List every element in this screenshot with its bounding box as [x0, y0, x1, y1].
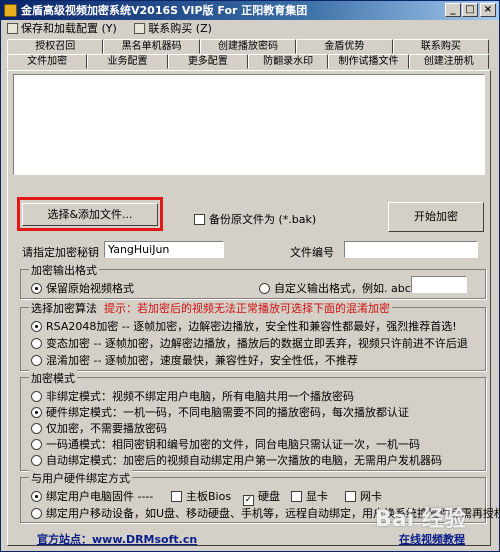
file-number-label: 文件编号 [290, 246, 334, 259]
title-bar: 金盾高级视频加密系统V2016S VIP版 For 正阳教育集团 _ □ × [1, 1, 499, 20]
file-number-input[interactable] [344, 241, 478, 258]
hw-bios-checkbox[interactable] [171, 491, 182, 502]
backup-option[interactable]: 备份原文件为 (*.bak) [194, 211, 316, 227]
algo-abnormal-radio[interactable] [31, 338, 42, 349]
bind-pc-radio[interactable] [31, 491, 42, 502]
official-site-link[interactable]: 官方站点：www.DRMsoft.cn [37, 531, 197, 547]
maximize-button[interactable]: □ [462, 3, 478, 17]
app-window: 金盾高级视频加密系统V2016S VIP版 For 正阳教育集团 _ □ × 保… [0, 0, 500, 552]
tab-create-play-password[interactable]: 创建播放密码 [199, 39, 297, 54]
tab-license-recall[interactable]: 授权召回 [7, 39, 104, 54]
mode-unbound-option[interactable]: 非绑定模式：视频不绑定用户电脑，所有电脑共用一个播放密码 [31, 388, 354, 404]
file-encrypt-panel: 选择&添加文件... 备份原文件为 (*.bak) 开始加密 请指定加密秘钥 Y… [7, 70, 500, 546]
tab-contact[interactable]: 联系购买 [392, 39, 490, 54]
key-input[interactable]: YangHuiJun [104, 241, 224, 258]
select-add-file-button[interactable]: 选择&添加文件... [22, 203, 158, 226]
minimize-button[interactable]: _ [445, 3, 461, 17]
window-title: 金盾高级视频加密系统V2016S VIP版 For 正阳教育集团 [21, 4, 308, 17]
hw-nic-checkbox[interactable] [345, 491, 356, 502]
mode-auto-bind-option[interactable]: 自动绑定模式：加密后的视频自动绑定用户第一次播放的电脑，无需用户发机器码 [31, 452, 442, 468]
menu-contact-purchase[interactable]: 联系购买 (Z) [134, 20, 212, 38]
tab-file-encrypt[interactable]: 文件加密 [7, 54, 88, 69]
save-icon [7, 23, 18, 34]
tab-keygen[interactable]: 创建注册机 [408, 54, 489, 69]
binding-title: 与用户硬件绑定方式 [29, 470, 132, 486]
tab-anti-record-watermark[interactable]: 防翻录水印 [247, 54, 329, 69]
algorithm-group: 选择加密算法 提示：若加密后的视频无法正常播放可选择下面的混淆加密 RSA204… [20, 300, 486, 371]
mode-one-code-radio[interactable] [31, 439, 42, 450]
mode-encrypt-only-radio[interactable] [31, 423, 42, 434]
menu-save-load-config[interactable]: 保存和加载配置 (Y) [7, 20, 117, 38]
bind-pc-option[interactable]: 绑定用户电脑固件 ---- [31, 488, 153, 504]
algo-obfuscate-option[interactable]: 混淆加密 -- 逐帧加密，速度最快，兼容性好，安全性低，不推荐 [31, 352, 358, 368]
algo-obfuscate-radio[interactable] [31, 355, 42, 366]
algo-rsa-radio[interactable] [31, 321, 42, 332]
tab-blacklist[interactable]: 黑名单机器码 [103, 39, 200, 54]
mode-hardware-radio[interactable] [31, 407, 42, 418]
output-format-title: 加密输出格式 [29, 262, 99, 278]
tab-row-upper: 授权召回 黑名单机器码 创建播放密码 金盾优势 联系购买 [7, 39, 490, 54]
video-tutorial-link[interactable]: 在线视频教程 [399, 531, 465, 547]
mode-unbound-radio[interactable] [31, 391, 42, 402]
mode-group: 加密模式 非绑定模式：视频不绑定用户电脑，所有电脑共用一个播放密码 硬件绑定模式… [20, 370, 486, 471]
contact-icon [134, 23, 146, 34]
app-icon [4, 4, 17, 17]
key-label: 请指定加密秘钥 [22, 246, 99, 259]
menu-bar: 保存和加载配置 (Y) 联系购买 (Z) [1, 20, 499, 38]
mode-hardware-option[interactable]: 硬件绑定模式：一机一码，不同电脑需要不同的播放密码，每次播放都认证 [31, 404, 409, 420]
algorithm-title: 选择加密算法 提示：若加密后的视频无法正常播放可选择下面的混淆加密 [29, 300, 392, 316]
output-format-group: 加密输出格式 保留原始视频格式 自定义输出格式，例如. abc [20, 262, 486, 299]
start-encrypt-button[interactable]: 开始加密 [388, 202, 484, 232]
custom-format-radio[interactable] [259, 283, 270, 294]
mode-encrypt-only-option[interactable]: 仅加密，不需要播放密码 [31, 420, 167, 436]
algo-abnormal-option[interactable]: 变态加密 -- 逐帧加密，边解密边播放，播放后的数据立即丢弃，视频只许前进不许后… [31, 335, 468, 351]
backup-checkbox[interactable] [194, 214, 205, 225]
custom-format-option[interactable]: 自定义输出格式，例如. abc [259, 280, 411, 296]
tab-advantages[interactable]: 金盾优势 [296, 39, 393, 54]
hw-gpu-checkbox[interactable] [291, 491, 302, 502]
algorithm-hint: 提示：若加密后的视频无法正常播放可选择下面的混淆加密 [104, 302, 390, 315]
file-list[interactable] [13, 74, 485, 175]
custom-format-input[interactable] [411, 276, 467, 293]
baidu-watermark: Bai 经验 [375, 507, 466, 532]
close-button[interactable]: × [480, 3, 496, 17]
mode-auto-bind-radio[interactable] [31, 455, 42, 466]
hw-disk-option[interactable]: ✓ 硬盘 [243, 488, 280, 506]
bind-mobile-radio[interactable] [31, 508, 42, 519]
tab-row-lower: 文件加密 业务配置 更多配置 防翻录水印 制作试播文件 创建注册机 [7, 54, 489, 69]
mode-title: 加密模式 [29, 370, 77, 386]
algo-rsa-option[interactable]: RSA2048加密 -- 逐帧加密，边解密边播放，安全性和兼容性都最好，强烈推荐… [31, 318, 457, 334]
hw-gpu-option[interactable]: 显卡 [291, 488, 328, 504]
tab-more-config[interactable]: 更多配置 [167, 54, 248, 69]
keep-format-option[interactable]: 保留原始视频格式 [31, 280, 134, 296]
keep-format-radio[interactable] [31, 283, 42, 294]
mode-one-code-option[interactable]: 一码通模式：相同密钥和编号加密的文件，同台电脑只需认证一次，一机一码 [31, 436, 420, 452]
tab-trial-file[interactable]: 制作试播文件 [328, 54, 409, 69]
hw-bios-option[interactable]: 主板Bios [171, 488, 231, 504]
tab-business-config[interactable]: 业务配置 [87, 54, 168, 69]
